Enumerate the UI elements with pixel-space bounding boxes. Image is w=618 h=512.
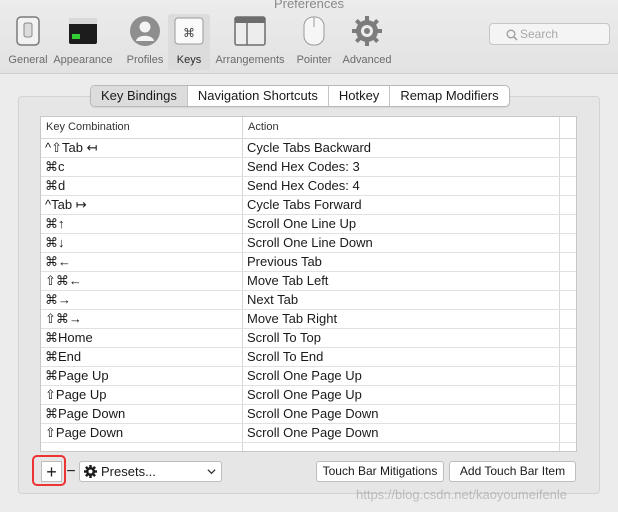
table-row[interactable]: ⇧⌘← Move Tab Left bbox=[41, 272, 576, 291]
table-row[interactable]: ⌘→ Next Tab bbox=[41, 291, 576, 310]
window-title: Preferences bbox=[273, 0, 345, 11]
tab-navigation-shortcuts[interactable]: Navigation Shortcuts bbox=[188, 86, 329, 106]
table-row[interactable]: ⌘← Previous Tab bbox=[41, 253, 576, 272]
key-combination-cell: ^⇧Tab ↤ bbox=[41, 139, 243, 157]
profiles-user-icon bbox=[128, 14, 162, 48]
table-row[interactable]: ^Tab ↦ Cycle Tabs Forward bbox=[41, 196, 576, 215]
toolbar-label: General bbox=[8, 54, 48, 66]
keys-command-icon: ⌘ bbox=[172, 14, 206, 48]
pointer-mouse-icon bbox=[297, 14, 331, 48]
advanced-gear-icon bbox=[350, 14, 384, 48]
keys-tab-bar: Key Bindings Navigation Shortcuts Hotkey… bbox=[90, 85, 510, 107]
chevron-down-icon bbox=[207, 469, 216, 475]
toolbar: Preferences General Appearance Profiles … bbox=[0, 0, 618, 74]
highlight-annotation bbox=[32, 455, 66, 486]
table-row[interactable]: ⇧Page Up Scroll One Page Up bbox=[41, 386, 576, 405]
table-header: Key Combination Action bbox=[41, 117, 576, 139]
toolbar-label: Advanced bbox=[342, 54, 392, 66]
key-combination-cell: ⌘↓ bbox=[41, 234, 243, 252]
general-switch-icon bbox=[11, 14, 45, 48]
toolbar-label: Keys bbox=[176, 54, 202, 66]
table-row[interactable]: ⌘↑ Scroll One Line Up bbox=[41, 215, 576, 234]
key-combination-cell: ⇧Page Down bbox=[41, 424, 243, 442]
table-row[interactable]: ^⇧Tab ↤ Cycle Tabs Backward bbox=[41, 139, 576, 158]
action-cell: Next Tab bbox=[243, 291, 560, 309]
key-combination-cell: ⇧⌘← bbox=[41, 272, 243, 290]
toolbar-label: Pointer bbox=[296, 54, 332, 66]
key-combination-cell: ⌘Home bbox=[41, 329, 243, 347]
action-cell: Cycle Tabs Forward bbox=[243, 196, 560, 214]
key-combination-cell: ⇧⌘→ bbox=[41, 310, 243, 328]
presets-dropdown[interactable]: Presets... bbox=[79, 461, 222, 482]
toolbar-item-general[interactable]: General bbox=[0, 14, 56, 70]
key-combination-cell: ⌘d bbox=[41, 177, 243, 195]
action-cell: Scroll One Page Up bbox=[243, 367, 560, 385]
remove-binding-button[interactable]: − bbox=[63, 461, 79, 482]
action-cell: Scroll One Line Down bbox=[243, 234, 560, 252]
action-cell: Send Hex Codes: 3 bbox=[243, 158, 560, 176]
table-row[interactable]: ⌘d Send Hex Codes: 4 bbox=[41, 177, 576, 196]
key-combination-cell: ⌘Page Down bbox=[41, 405, 243, 423]
toolbar-item-pointer[interactable]: Pointer bbox=[286, 14, 342, 70]
action-cell: Scroll One Page Down bbox=[243, 405, 560, 423]
key-combination-cell: ⌘← bbox=[41, 253, 243, 271]
action-cell: Move Tab Right bbox=[243, 310, 560, 328]
search-icon bbox=[506, 29, 518, 41]
toolbar-item-keys[interactable]: ⌘ Keys bbox=[168, 14, 210, 70]
table-row[interactable]: ⇧Page Down Scroll One Page Down bbox=[41, 424, 576, 443]
tab-hotkey[interactable]: Hotkey bbox=[329, 86, 391, 106]
key-bindings-table: Key Combination Action ^⇧Tab ↤ Cycle Tabs… bbox=[40, 116, 577, 452]
toolbar-item-advanced[interactable]: Advanced bbox=[339, 14, 395, 70]
toolbar-label: Profiles bbox=[126, 54, 164, 66]
action-cell: Previous Tab bbox=[243, 253, 560, 271]
action-cell: Move Tab Left bbox=[243, 272, 560, 290]
toolbar-label: Arrangements bbox=[215, 54, 285, 66]
touch-bar-mitigations-button[interactable]: Touch Bar Mitigations bbox=[316, 461, 444, 482]
table-row[interactable]: ⇧⌘→ Move Tab Right bbox=[41, 310, 576, 329]
table-row[interactable]: ⌘↓ Scroll One Line Down bbox=[41, 234, 576, 253]
search-input[interactable]: Search bbox=[489, 23, 610, 45]
toolbar-item-profiles[interactable]: Profiles bbox=[117, 14, 173, 70]
column-header-key-combination[interactable]: Key Combination bbox=[41, 117, 243, 138]
action-cell: Send Hex Codes: 4 bbox=[243, 177, 560, 195]
action-cell: Scroll To Top bbox=[243, 329, 560, 347]
svg-text:⌘: ⌘ bbox=[183, 26, 195, 40]
action-cell: Scroll One Page Up bbox=[243, 386, 560, 404]
action-cell: Scroll One Line Up bbox=[243, 215, 560, 233]
search-placeholder: Search bbox=[520, 27, 559, 41]
toolbar-item-arrangements[interactable]: Arrangements bbox=[214, 14, 286, 70]
action-cell: Cycle Tabs Backward bbox=[243, 139, 560, 157]
key-combination-cell: ⌘End bbox=[41, 348, 243, 366]
key-combination-cell: ⇧Page Up bbox=[41, 386, 243, 404]
gear-icon bbox=[84, 465, 97, 478]
table-row[interactable]: ⌘Page Up Scroll One Page Up bbox=[41, 367, 576, 386]
watermark: https://blog.csdn.net/kaoyoumeifenle bbox=[356, 487, 568, 502]
key-combination-cell: ⌘↑ bbox=[41, 215, 243, 233]
table-row[interactable]: ⌘c Send Hex Codes: 3 bbox=[41, 158, 576, 177]
table-row[interactable]: ⌘Page Down Scroll One Page Down bbox=[41, 405, 576, 424]
arrangements-windows-icon bbox=[233, 14, 267, 48]
table-row[interactable]: ⌘End Scroll To End bbox=[41, 348, 576, 367]
tab-key-bindings[interactable]: Key Bindings bbox=[91, 86, 188, 106]
appearance-window-icon bbox=[66, 14, 100, 48]
presets-label: Presets... bbox=[101, 464, 156, 479]
toolbar-label: Appearance bbox=[53, 54, 113, 66]
tab-remap-modifiers[interactable]: Remap Modifiers bbox=[390, 86, 508, 106]
column-header-action[interactable]: Action bbox=[243, 117, 560, 138]
action-cell: Scroll One Page Down bbox=[243, 424, 560, 442]
table-row-empty bbox=[41, 443, 576, 451]
table-body: ^⇧Tab ↤ Cycle Tabs Backward ⌘c Send Hex Cod… bbox=[41, 139, 576, 443]
action-cell: Scroll To End bbox=[243, 348, 560, 366]
toolbar-item-appearance[interactable]: Appearance bbox=[53, 14, 113, 70]
table-row[interactable]: ⌘Home Scroll To Top bbox=[41, 329, 576, 348]
add-touch-bar-item-button[interactable]: Add Touch Bar Item bbox=[449, 461, 576, 482]
key-combination-cell: ⌘→ bbox=[41, 291, 243, 309]
key-combination-cell: ⌘Page Up bbox=[41, 367, 243, 385]
key-combination-cell: ⌘c bbox=[41, 158, 243, 176]
key-combination-cell: ^Tab ↦ bbox=[41, 196, 243, 214]
